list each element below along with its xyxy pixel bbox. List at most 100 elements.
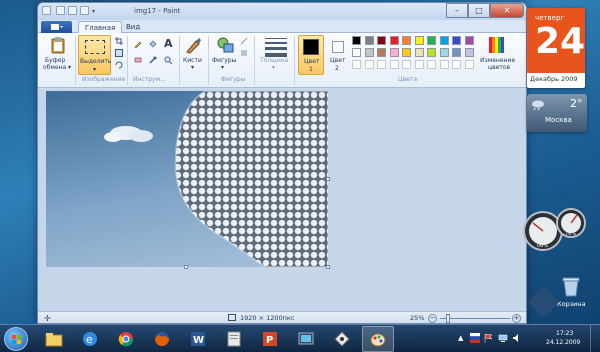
weather-gadget[interactable]: 2° Москва <box>527 94 587 132</box>
palette-swatch[interactable] <box>364 36 374 45</box>
palette-swatch-empty[interactable] <box>364 60 374 69</box>
taskbar-ie[interactable]: e <box>74 326 106 352</box>
palette-swatch[interactable] <box>464 36 474 45</box>
palette-swatch[interactable] <box>402 48 411 57</box>
close-button[interactable]: ✕ <box>490 3 524 18</box>
taskbar-firefox[interactable] <box>146 326 178 352</box>
save-icon[interactable] <box>56 6 65 15</box>
palette-swatch-empty[interactable] <box>439 60 449 69</box>
palette-swatch[interactable] <box>377 48 386 57</box>
zoom-in-button[interactable]: + <box>512 314 521 323</box>
palette-swatch-empty[interactable] <box>427 60 436 69</box>
edit-colors-button[interactable] <box>488 36 506 56</box>
undo-icon[interactable] <box>68 6 77 15</box>
action-center-flag-icon[interactable] <box>484 333 494 343</box>
clipboard-dropdown-icon[interactable]: ▾ <box>68 64 71 71</box>
tray-expand-icon[interactable]: ▲ <box>458 334 463 342</box>
quick-access-dropdown-icon[interactable]: ▾ <box>92 8 95 15</box>
select-icon <box>85 40 105 54</box>
palette-swatch[interactable] <box>452 48 461 57</box>
brushes-dropdown-icon[interactable]: ▾ <box>191 64 194 71</box>
palette-swatch-empty[interactable] <box>452 60 461 69</box>
resize-handle-bottom[interactable] <box>184 265 188 269</box>
resize-handle-corner[interactable] <box>326 265 330 269</box>
palette-swatch[interactable] <box>389 36 399 45</box>
taskbar-powerpoint[interactable]: P <box>254 326 286 352</box>
palette-swatch-empty[interactable] <box>352 60 361 69</box>
title-bar[interactable]: ▾ img17 - Paint – □ ✕ <box>38 3 526 20</box>
palette-swatch-empty[interactable] <box>389 60 399 69</box>
fill-icon[interactable] <box>149 40 157 48</box>
palette-swatch-empty[interactable] <box>464 60 474 69</box>
pencil-icon[interactable] <box>134 40 142 49</box>
brushes-button[interactable] <box>184 36 202 56</box>
redo-icon[interactable] <box>80 6 89 15</box>
size-dropdown-icon[interactable]: ▾ <box>272 64 275 71</box>
outline-icon[interactable] <box>240 37 248 45</box>
resize-handle-right[interactable] <box>326 177 330 181</box>
resize-icon[interactable] <box>115 49 123 57</box>
start-button[interactable] <box>4 327 28 351</box>
rotate-icon[interactable] <box>115 61 123 69</box>
paint-menu-button[interactable] <box>41 21 72 33</box>
shapes-button[interactable] <box>216 36 236 56</box>
app-icon[interactable] <box>42 6 51 15</box>
crop-icon[interactable] <box>115 37 123 45</box>
zoom-slider-track[interactable] <box>440 318 510 319</box>
canvas-image[interactable] <box>46 91 328 267</box>
color2-button[interactable]: Цвет 2 <box>327 35 349 75</box>
text-tool-icon[interactable]: A <box>164 37 173 50</box>
palette-swatch[interactable] <box>364 48 374 57</box>
show-desktop-button[interactable] <box>590 325 600 352</box>
taskbar-chrome[interactable] <box>110 326 142 352</box>
palette-swatch[interactable] <box>414 48 424 57</box>
zoom-out-button[interactable]: − <box>428 314 437 323</box>
palette-swatch[interactable] <box>427 36 436 45</box>
tab-view[interactable]: Вид <box>120 21 146 33</box>
language-flag-icon[interactable] <box>470 333 480 343</box>
palette-swatch[interactable] <box>352 48 361 57</box>
palette-swatch-empty[interactable] <box>377 60 386 69</box>
palette-swatch[interactable] <box>439 36 449 45</box>
select-button[interactable]: Выделить ▾ <box>78 35 111 75</box>
calendar-gadget[interactable]: четверг 24 Декабрь 2009 <box>527 8 585 88</box>
palette-swatch[interactable] <box>464 48 474 57</box>
palette-swatch[interactable] <box>377 36 386 45</box>
palette-swatch[interactable] <box>352 36 361 45</box>
eraser-icon[interactable] <box>134 56 142 64</box>
zoom-slider-thumb[interactable] <box>446 314 450 323</box>
palette-swatch[interactable] <box>452 36 461 45</box>
recycle-bin-icon[interactable] <box>560 275 582 299</box>
clock-date[interactable]: 24.12.2009 <box>546 339 580 346</box>
paint-window: ▾ img17 - Paint – □ ✕ Главная Вид Буфер … <box>37 2 527 324</box>
canvas-area[interactable] <box>38 89 526 311</box>
palette-swatch[interactable] <box>427 48 436 57</box>
taskbar-explorer[interactable] <box>38 326 70 352</box>
taskbar-mmc[interactable] <box>290 326 322 352</box>
maximize-button[interactable]: □ <box>468 3 490 18</box>
palette-swatch[interactable] <box>414 36 424 45</box>
palette-swatch-empty[interactable] <box>402 60 411 69</box>
volume-icon[interactable] <box>512 333 522 343</box>
taskbar-paint[interactable] <box>362 326 394 352</box>
taskbar-word[interactable]: W <box>182 326 214 352</box>
minimize-button[interactable]: – <box>446 3 468 18</box>
clipboard-label-2: обмена <box>43 64 67 71</box>
clock-time[interactable]: 17:23 <box>556 330 573 337</box>
palette-swatch[interactable] <box>389 48 399 57</box>
fill-style-icon[interactable] <box>240 49 248 57</box>
size-button[interactable] <box>265 38 287 57</box>
taskbar-app[interactable] <box>326 326 358 352</box>
palette-swatch[interactable] <box>402 36 411 45</box>
taskbar-unknown-app[interactable] <box>218 326 250 352</box>
magnifier-icon[interactable] <box>164 56 173 65</box>
cpu-meter-gadget[interactable]: 06% 76% <box>521 205 591 257</box>
color-picker-icon[interactable] <box>149 56 157 64</box>
tab-home[interactable]: Главная <box>78 21 123 33</box>
palette-swatch[interactable] <box>439 48 449 57</box>
shapes-dropdown-icon[interactable]: ▾ <box>221 64 224 71</box>
palette-swatch-empty[interactable] <box>414 60 424 69</box>
network-icon[interactable] <box>498 333 508 343</box>
color1-button[interactable]: Цвет 1 <box>298 35 324 75</box>
clipboard-button[interactable] <box>50 36 66 56</box>
